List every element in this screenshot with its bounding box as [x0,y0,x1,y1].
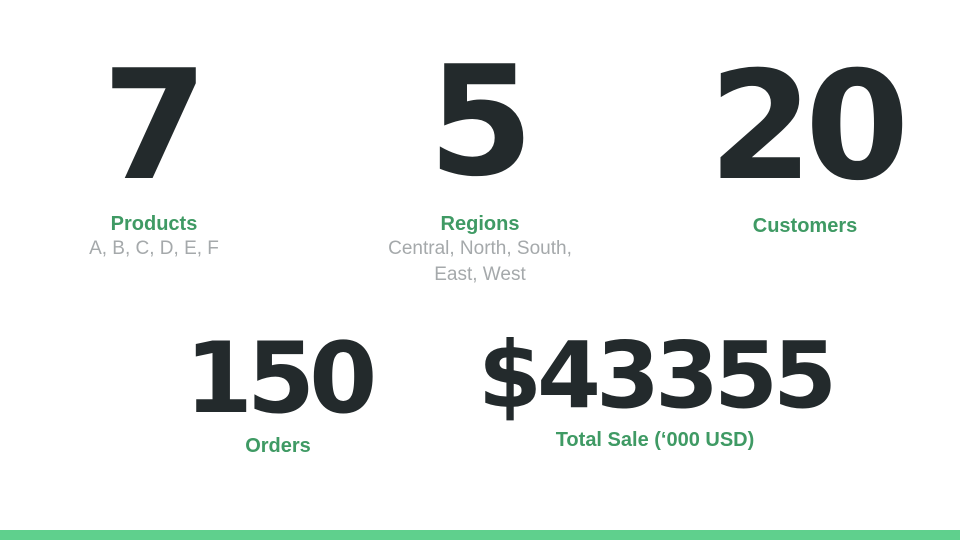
regions-label: Regions [440,213,520,235]
stat-products: 7 Products A, B, C, D, E, F [54,50,254,262]
accent-bar [0,530,960,540]
stat-customers: 20 Customers [680,52,930,238]
customers-value: 20 [708,40,910,214]
regions-description-line-1: Central, North, South, [388,238,572,259]
products-label: Products [110,213,198,235]
products-description: A, B, C, D, E, F [89,238,219,259]
stat-total-sale: $43355 Total Sale (‘000 USD) [465,330,845,452]
products-value: 7 [102,37,208,214]
customers-label: Customers [752,215,858,237]
regions-description-line-2: East, West [434,264,526,285]
total-sale-value: $43355 [477,322,837,429]
stat-regions: 5 Regions Central, North, South, East, W… [360,46,600,288]
orders-value: 150 [184,322,378,436]
slide: 7 Products A, B, C, D, E, F 5 Regions Ce… [0,0,960,540]
stat-orders: 150 Orders [168,330,388,458]
orders-label: Orders [245,435,311,457]
total-sale-label: Total Sale (‘000 USD) [555,429,755,451]
regions-value: 5 [428,33,534,210]
